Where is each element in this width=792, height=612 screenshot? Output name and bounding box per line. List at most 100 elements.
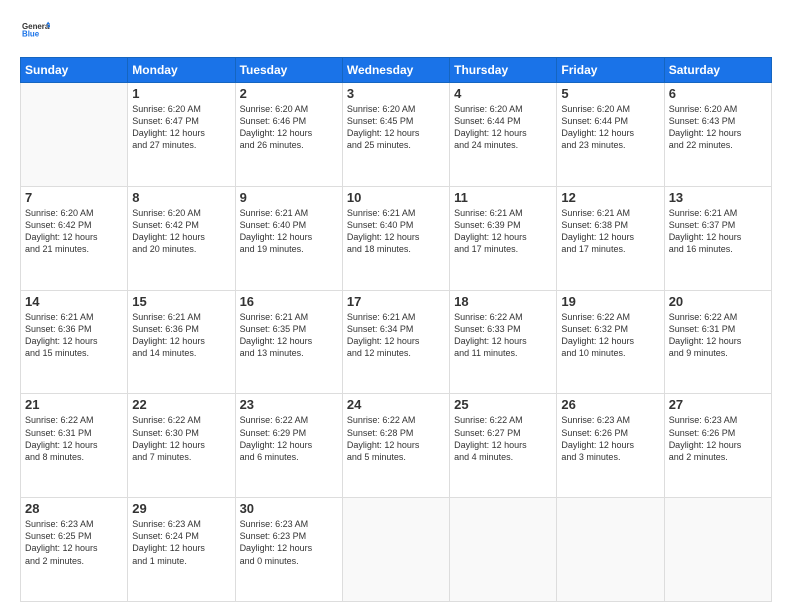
- calendar-cell: 13Sunrise: 6:21 AM Sunset: 6:37 PM Dayli…: [664, 186, 771, 290]
- calendar-cell: 21 Sunrise: 6:22 AM Sunset: 6:31 PM Dayli…: [21, 394, 128, 498]
- day-info: Sunrise: 6:23 AM Sunset: 6:24 PM Dayligh…: [132, 518, 230, 567]
- weekday-header-wednesday: Wednesday: [342, 58, 449, 83]
- weekday-header-monday: Monday: [128, 58, 235, 83]
- day-number: 4: [454, 86, 552, 101]
- day-info: Sunrise: 6:21 AM Sunset: 6:34 PM Dayligh…: [347, 311, 445, 360]
- calendar-cell: 5 Sunrise: 6:20 AM Sunset: 6:44 PM Daylig…: [557, 83, 664, 187]
- day-number: 14: [25, 294, 123, 309]
- calendar-cell: 20 Sunrise: 6:22 AM Sunset: 6:31 PM Dayli…: [664, 290, 771, 394]
- day-number: 27: [669, 397, 767, 412]
- calendar-cell: 27 Sunrise: 6:23 AM Sunset: 6:26 PM Dayli…: [664, 394, 771, 498]
- day-info: Sunrise: 6:20 AM Sunset: 6:46 PM Dayligh…: [240, 103, 338, 152]
- day-number: 12: [561, 190, 659, 205]
- calendar-cell: [21, 83, 128, 187]
- calendar-cell: [342, 498, 449, 602]
- day-number: 26: [561, 397, 659, 412]
- weekday-header-saturday: Saturday: [664, 58, 771, 83]
- calendar-cell: 7 Sunrise: 6:20 AM Sunset: 6:42 PM Daylig…: [21, 186, 128, 290]
- day-info: Sunrise: 6:23 AM Sunset: 6:26 PM Dayligh…: [669, 414, 767, 463]
- calendar-cell: [664, 498, 771, 602]
- day-info: Sunrise: 6:21 AM Sunset: 6:39 PM Dayligh…: [454, 207, 552, 256]
- weekday-header-tuesday: Tuesday: [235, 58, 342, 83]
- day-info: Sunrise: 6:21 AM Sunset: 6:40 PM Dayligh…: [240, 207, 338, 256]
- weekday-header-thursday: Thursday: [450, 58, 557, 83]
- calendar-cell: 30 Sunrise: 6:23 AM Sunset: 6:23 PM Dayli…: [235, 498, 342, 602]
- calendar-cell: 15 Sunrise: 6:21 AM Sunset: 6:36 PM Dayli…: [128, 290, 235, 394]
- day-info: Sunrise: 6:21 AM Sunset: 6:38 PM Dayligh…: [561, 207, 659, 256]
- day-info: Sunrise: 6:22 AM Sunset: 6:31 PM Dayligh…: [669, 311, 767, 360]
- calendar-cell: 12 Sunrise: 6:21 AM Sunset: 6:38 PM Dayli…: [557, 186, 664, 290]
- day-number: 15: [132, 294, 230, 309]
- calendar-cell: 10 Sunrise: 6:21 AM Sunset: 6:40 PM Dayli…: [342, 186, 449, 290]
- day-number: 10: [347, 190, 445, 205]
- day-number: 5: [561, 86, 659, 101]
- calendar-cell: [557, 498, 664, 602]
- calendar-cell: 19 Sunrise: 6:22 AM Sunset: 6:32 PM Dayli…: [557, 290, 664, 394]
- calendar-cell: 29Sunrise: 6:23 AM Sunset: 6:24 PM Dayli…: [128, 498, 235, 602]
- day-number: 19: [561, 294, 659, 309]
- day-number: 30: [240, 501, 338, 516]
- calendar-cell: 26 Sunrise: 6:23 AM Sunset: 6:26 PM Dayli…: [557, 394, 664, 498]
- week-row-2: 7 Sunrise: 6:20 AM Sunset: 6:42 PM Daylig…: [21, 186, 772, 290]
- day-info: Sunrise: 6:21 AM Sunset: 6:37 PM Dayligh…: [669, 207, 767, 256]
- week-row-4: 21 Sunrise: 6:22 AM Sunset: 6:31 PM Dayli…: [21, 394, 772, 498]
- day-info: Sunrise: 6:20 AM Sunset: 6:44 PM Dayligh…: [561, 103, 659, 152]
- day-info: Sunrise: 6:22 AM Sunset: 6:27 PM Dayligh…: [454, 414, 552, 463]
- logo: General Blue: [20, 16, 50, 49]
- week-row-5: 28 Sunrise: 6:23 AM Sunset: 6:25 PM Dayli…: [21, 498, 772, 602]
- day-info: Sunrise: 6:20 AM Sunset: 6:42 PM Dayligh…: [132, 207, 230, 256]
- calendar-cell: 23Sunrise: 6:22 AM Sunset: 6:29 PM Dayli…: [235, 394, 342, 498]
- calendar-cell: 8 Sunrise: 6:20 AM Sunset: 6:42 PM Daylig…: [128, 186, 235, 290]
- day-number: 9: [240, 190, 338, 205]
- page: General Blue SundayMondayTuesdayWednesda…: [0, 0, 792, 612]
- day-number: 20: [669, 294, 767, 309]
- calendar-table: SundayMondayTuesdayWednesdayThursdayFrid…: [20, 57, 772, 602]
- calendar-cell: 16 Sunrise: 6:21 AM Sunset: 6:35 PM Dayli…: [235, 290, 342, 394]
- svg-text:Blue: Blue: [22, 30, 40, 39]
- calendar-cell: 25 Sunrise: 6:22 AM Sunset: 6:27 PM Dayli…: [450, 394, 557, 498]
- day-info: Sunrise: 6:22 AM Sunset: 6:30 PM Dayligh…: [132, 414, 230, 463]
- day-number: 16: [240, 294, 338, 309]
- calendar-cell: 17Sunrise: 6:21 AM Sunset: 6:34 PM Dayli…: [342, 290, 449, 394]
- weekday-header-friday: Friday: [557, 58, 664, 83]
- day-number: 28: [25, 501, 123, 516]
- day-number: 3: [347, 86, 445, 101]
- day-info: Sunrise: 6:23 AM Sunset: 6:23 PM Dayligh…: [240, 518, 338, 567]
- weekday-header-row: SundayMondayTuesdayWednesdayThursdayFrid…: [21, 58, 772, 83]
- day-info: Sunrise: 6:20 AM Sunset: 6:42 PM Dayligh…: [25, 207, 123, 256]
- calendar-cell: 4 Sunrise: 6:20 AM Sunset: 6:44 PM Daylig…: [450, 83, 557, 187]
- calendar-cell: 11 Sunrise: 6:21 AM Sunset: 6:39 PM Dayli…: [450, 186, 557, 290]
- logo-icon: General Blue: [22, 16, 50, 44]
- day-info: Sunrise: 6:21 AM Sunset: 6:35 PM Dayligh…: [240, 311, 338, 360]
- day-number: 1: [132, 86, 230, 101]
- day-info: Sunrise: 6:23 AM Sunset: 6:26 PM Dayligh…: [561, 414, 659, 463]
- day-number: 7: [25, 190, 123, 205]
- calendar-cell: [450, 498, 557, 602]
- day-info: Sunrise: 6:21 AM Sunset: 6:36 PM Dayligh…: [132, 311, 230, 360]
- calendar-cell: 18Sunrise: 6:22 AM Sunset: 6:33 PM Dayli…: [450, 290, 557, 394]
- calendar-cell: 3 Sunrise: 6:20 AM Sunset: 6:45 PM Daylig…: [342, 83, 449, 187]
- day-info: Sunrise: 6:23 AM Sunset: 6:25 PM Dayligh…: [25, 518, 123, 567]
- day-number: 11: [454, 190, 552, 205]
- day-info: Sunrise: 6:20 AM Sunset: 6:44 PM Dayligh…: [454, 103, 552, 152]
- day-number: 2: [240, 86, 338, 101]
- calendar-cell: 28 Sunrise: 6:23 AM Sunset: 6:25 PM Dayli…: [21, 498, 128, 602]
- day-number: 21: [25, 397, 123, 412]
- day-number: 8: [132, 190, 230, 205]
- header: General Blue: [20, 16, 772, 49]
- calendar-cell: 14Sunrise: 6:21 AM Sunset: 6:36 PM Dayli…: [21, 290, 128, 394]
- day-info: Sunrise: 6:22 AM Sunset: 6:33 PM Dayligh…: [454, 311, 552, 360]
- calendar-cell: 22 Sunrise: 6:22 AM Sunset: 6:30 PM Dayli…: [128, 394, 235, 498]
- day-number: 25: [454, 397, 552, 412]
- day-info: Sunrise: 6:20 AM Sunset: 6:45 PM Dayligh…: [347, 103, 445, 152]
- calendar-cell: 2 Sunrise: 6:20 AM Sunset: 6:46 PM Daylig…: [235, 83, 342, 187]
- day-info: Sunrise: 6:22 AM Sunset: 6:32 PM Dayligh…: [561, 311, 659, 360]
- calendar-cell: 1Sunrise: 6:20 AM Sunset: 6:47 PM Daylig…: [128, 83, 235, 187]
- calendar-cell: 24Sunrise: 6:22 AM Sunset: 6:28 PM Dayli…: [342, 394, 449, 498]
- day-number: 22: [132, 397, 230, 412]
- day-info: Sunrise: 6:22 AM Sunset: 6:28 PM Dayligh…: [347, 414, 445, 463]
- day-info: Sunrise: 6:22 AM Sunset: 6:31 PM Dayligh…: [25, 414, 123, 463]
- day-number: 6: [669, 86, 767, 101]
- day-info: Sunrise: 6:21 AM Sunset: 6:40 PM Dayligh…: [347, 207, 445, 256]
- week-row-1: 1Sunrise: 6:20 AM Sunset: 6:47 PM Daylig…: [21, 83, 772, 187]
